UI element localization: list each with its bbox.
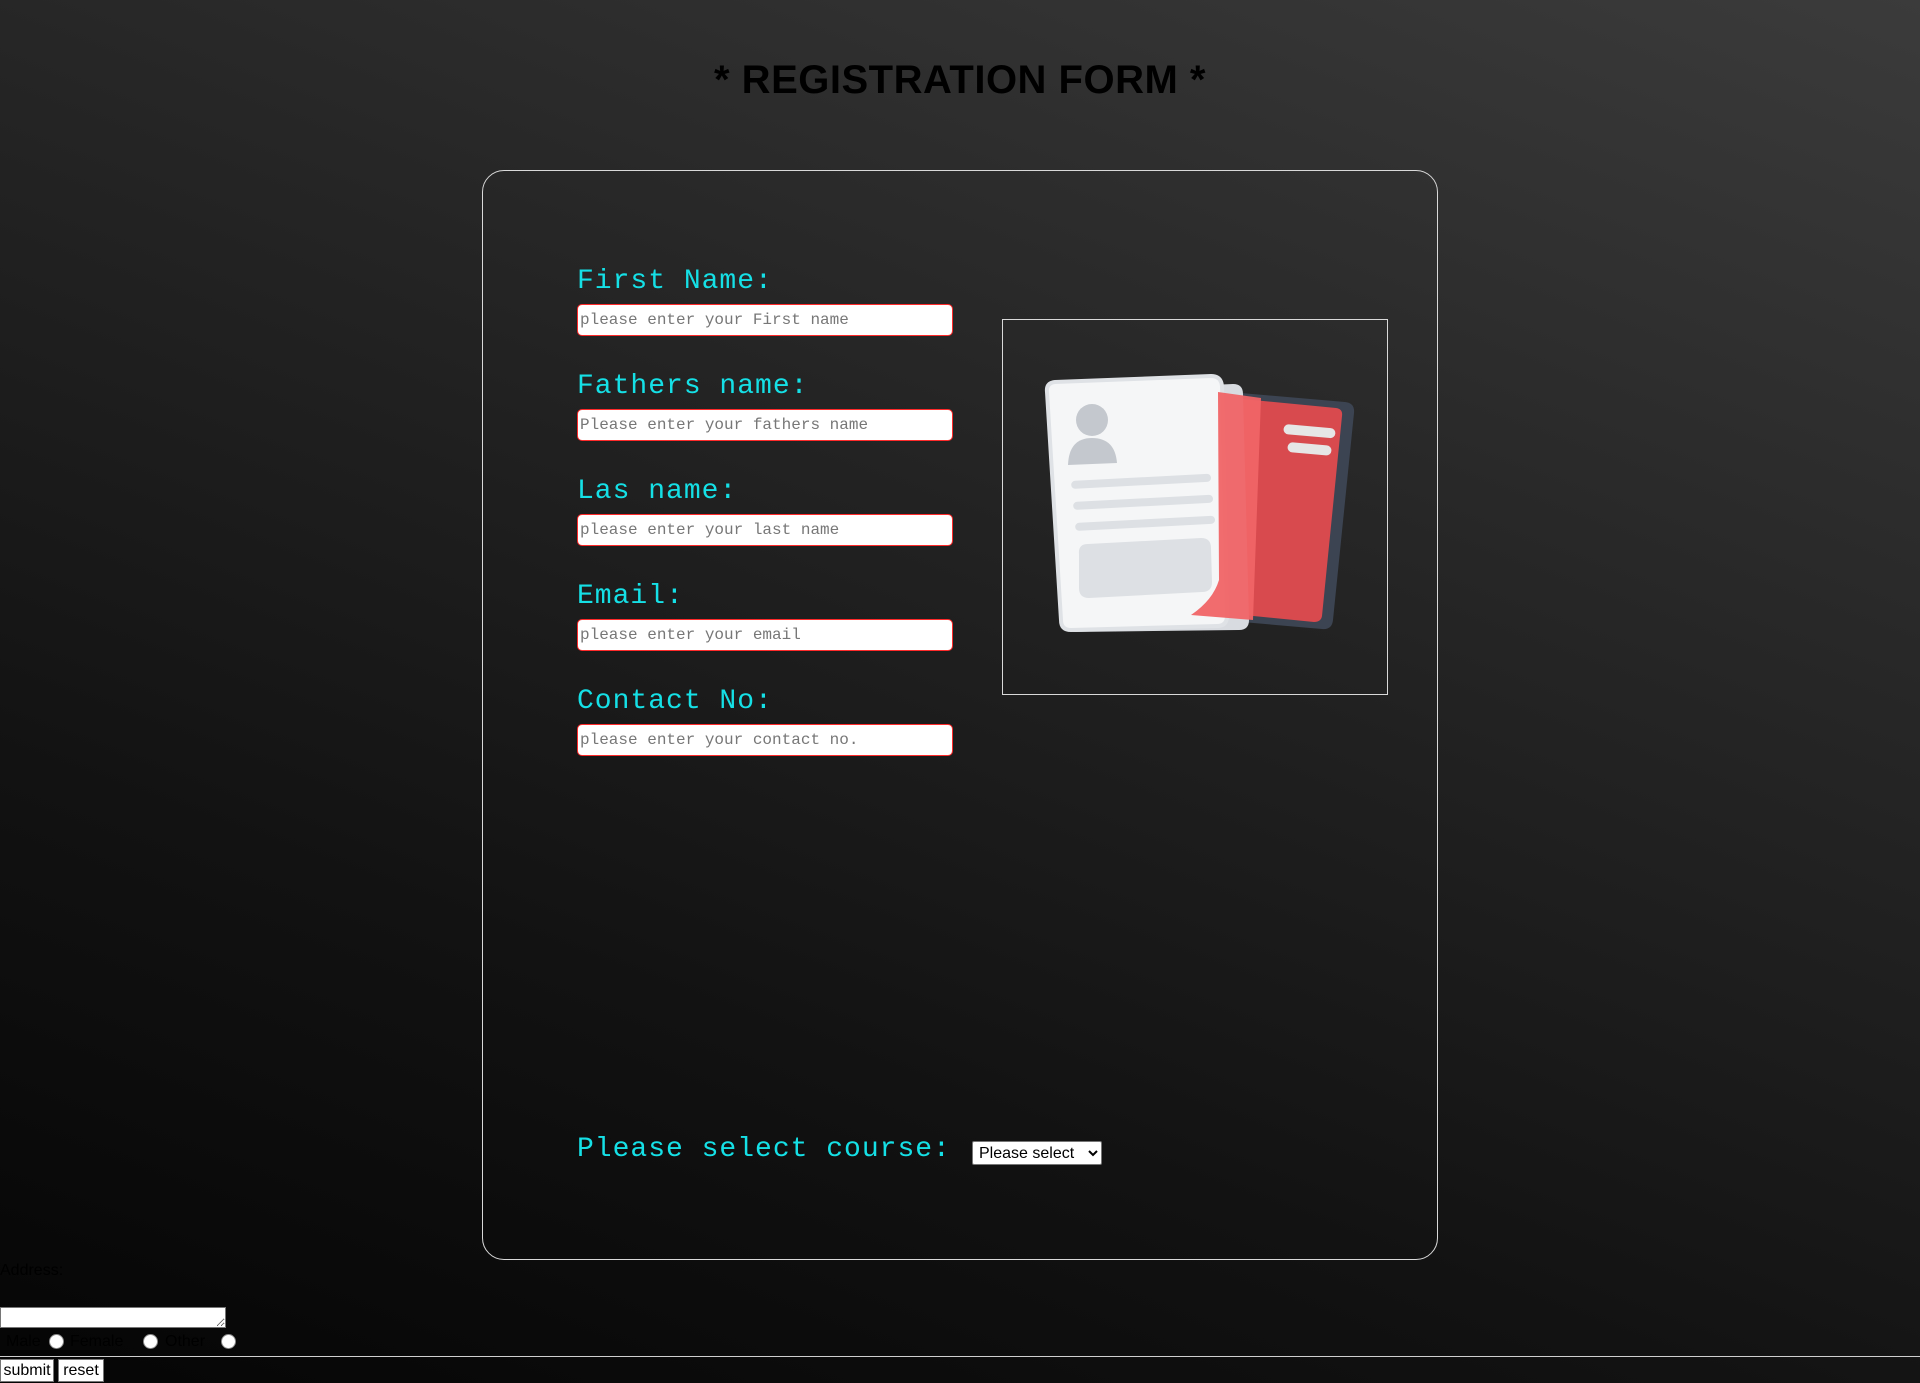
contact-no-input[interactable]: [577, 724, 953, 756]
contact-no-label: Contact No:: [577, 686, 773, 717]
course-select[interactable]: Please select: [972, 1141, 1102, 1165]
reset-button[interactable]: reset: [58, 1359, 104, 1382]
first-name-label: First Name:: [577, 266, 773, 297]
gender-male-radio[interactable]: [49, 1334, 64, 1349]
gender-female-radio[interactable]: [143, 1334, 158, 1349]
fathers-name-label: Fathers name:: [577, 371, 809, 402]
gender-other-label: Other: [165, 1333, 206, 1350]
address-label: Address:: [0, 1262, 64, 1279]
last-name-input[interactable]: [577, 514, 953, 546]
registration-image: [1002, 319, 1388, 695]
email-input[interactable]: [577, 619, 953, 651]
registration-document-icon: [1044, 373, 1355, 633]
page-title: * REGISTRATION FORM *: [714, 58, 1206, 102]
gender-female-label: Female: [70, 1333, 124, 1350]
first-name-input[interactable]: [577, 304, 953, 336]
last-name-label: Las name:: [577, 476, 738, 507]
address-textarea[interactable]: [0, 1307, 226, 1328]
fathers-name-input[interactable]: [577, 409, 953, 441]
email-label: Email:: [577, 581, 684, 612]
submit-button[interactable]: submit: [0, 1359, 54, 1382]
gender-male-label: Male: [6, 1333, 41, 1350]
registration-form-card: First Name: Fathers name: Las name: Emai…: [482, 170, 1438, 1260]
gender-other-radio[interactable]: [221, 1334, 236, 1349]
horizontal-rule: [0, 1356, 1920, 1357]
course-label: Please select course:: [577, 1134, 951, 1165]
